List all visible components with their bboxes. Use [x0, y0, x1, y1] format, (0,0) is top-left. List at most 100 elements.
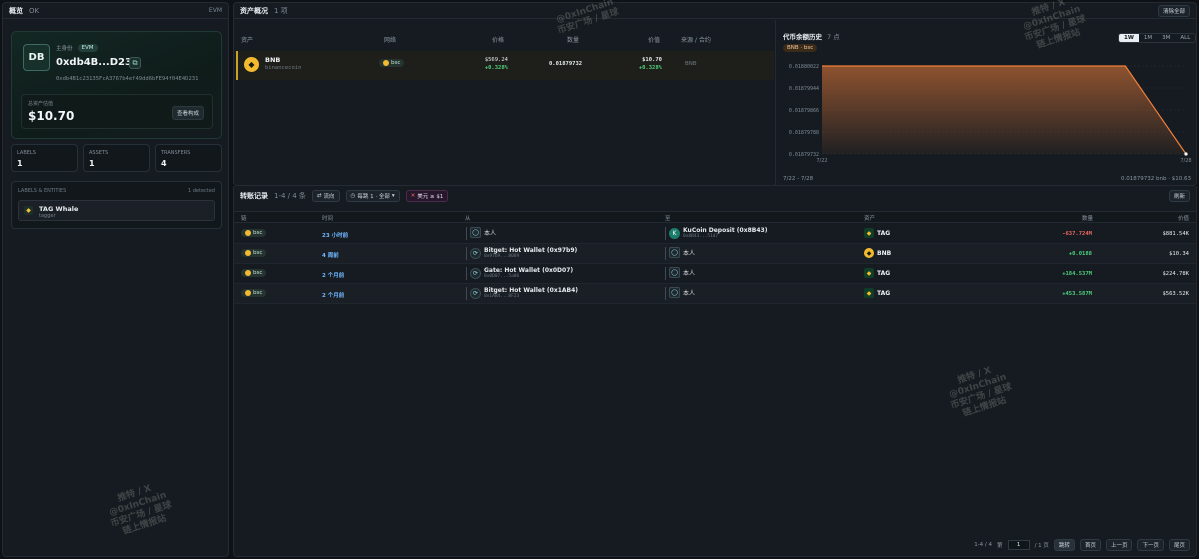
asset-value-change: +0.328% — [638, 65, 662, 71]
to-entity[interactable]: ◯ 本人 — [669, 267, 695, 278]
column-header: 价格 — [492, 37, 505, 44]
page-input[interactable]: 1 — [1007, 540, 1030, 550]
stat-value: 1 — [89, 159, 95, 168]
chain-badge: EVM — [77, 44, 98, 52]
timeframe-3m[interactable]: 3M — [1157, 34, 1176, 42]
user-icon: ◯ — [669, 247, 680, 258]
transfer-time[interactable]: 23 小时前 — [322, 231, 348, 239]
bsc-chain-icon — [383, 60, 389, 66]
view-portfolio-button[interactable]: 查看构成 — [171, 106, 204, 120]
exchange-icon: ⟳ — [470, 247, 481, 259]
to-entity[interactable]: ◯ 本人 — [669, 247, 695, 258]
assets-panel: 资产概况 1 项 清除全部 资产 网络 价格 数量 价值 来源 / 合约 ◆ B… — [233, 2, 1197, 186]
transfers-title: 转账记录 — [240, 192, 268, 200]
timeframe-1w[interactable]: 1W — [1119, 34, 1139, 42]
chart-token-pill: BNB · bsc — [783, 44, 818, 52]
tag-token-icon: ◆ — [864, 228, 874, 238]
asset-symbol: TAG — [877, 269, 891, 277]
balance-label: 总资产估值 — [28, 101, 54, 107]
next-page-button[interactable]: 下一页 — [1137, 539, 1164, 551]
to-entity[interactable]: ◯ 本人 — [669, 287, 695, 298]
flow-label: 流向 — [323, 194, 335, 200]
transfer-time[interactable]: 4 周前 — [322, 251, 339, 259]
hop-filter-dropdown[interactable]: ◷ 每跳 1 · 全部 ▾ — [345, 190, 400, 202]
bnb-token-icon: ◆ — [244, 57, 259, 72]
transfer-value: $563.52K — [1162, 291, 1190, 297]
clock-icon: ◷ — [350, 193, 356, 199]
divider — [466, 227, 467, 240]
to-name: 本人 — [683, 250, 696, 257]
table-row[interactable]: bsc 2 个月前 ⟳ Gate: Hot Wallet (0x0D07) 0x0D07… — [234, 264, 1196, 284]
overview-title: 概览 — [9, 6, 23, 15]
balance-box: 总资产估值 $10.70 查看构成 — [21, 94, 213, 129]
y-tick-label: 0.01879732 — [789, 152, 819, 158]
pagination: 1-4 / 4 第 1 / 1 页 跳转 首页 上一页 下一页 尾页 — [974, 539, 1190, 551]
divider — [466, 267, 467, 280]
y-tick-label: 0.01879944 — [789, 86, 819, 92]
clear-all-button[interactable]: 清除全部 — [1157, 4, 1190, 17]
exchange-icon: ⟳ — [470, 267, 481, 279]
jump-button[interactable]: 跳转 — [1053, 539, 1075, 551]
chart-footer: 7/22 - 7/28 0.01879732 bnb · $10.63 — [783, 176, 1191, 182]
chart-range: 7/22 - 7/28 — [783, 176, 814, 182]
overview-chain: EVM — [208, 7, 222, 14]
labels-entities-box: LABELS & ENTITIES 1 detected ◆ TAG Whale… — [11, 181, 222, 229]
transfer-time[interactable]: 2 个月前 — [322, 271, 344, 279]
from-entity[interactable]: ◯ 本人 — [470, 227, 496, 238]
table-row[interactable]: bsc 23 小时前 ◯ 本人 K KuCoin Deposit (0x8B43) 0x8B… — [234, 224, 1196, 244]
transfer-value: $881.54K — [1162, 231, 1190, 237]
page-range: 1-4 / 4 — [974, 542, 993, 548]
chart-current: 0.01879732 bnb · $10.63 — [1121, 176, 1191, 182]
exchange-icon: ⟳ — [470, 287, 481, 299]
first-page-button[interactable]: 首页 — [1079, 539, 1101, 551]
from-entity[interactable]: ⟳ Bitget: Hot Wallet (0x1AB4) 0x1AB4...8F2… — [470, 287, 578, 299]
chart-count: 7 点 — [827, 33, 840, 41]
copy-icon: ⧉ — [132, 58, 138, 67]
table-row[interactable]: bsc 2 个月前 ⟳ Bitget: Hot Wallet (0x1AB4) 0x1A… — [234, 284, 1196, 304]
from-name: 本人 — [484, 230, 497, 237]
last-page-button[interactable]: 尾页 — [1168, 539, 1190, 551]
overview-status: OK — [29, 6, 40, 15]
transfer-asset: ◆ BNB — [864, 248, 891, 258]
timeframe-all[interactable]: ALL — [1175, 34, 1196, 42]
prev-page-button[interactable]: 上一页 — [1105, 539, 1133, 551]
y-tick-label: 0.01879866 — [789, 108, 819, 114]
page-total: / 1 页 — [1034, 543, 1049, 549]
column-header: 时间 — [322, 216, 334, 222]
min-value-filter[interactable]: ✕ 美元 ≥ $1 — [405, 190, 449, 202]
to-entity[interactable]: K KuCoin Deposit (0x8B43) 0x8B43...51d7 — [669, 227, 767, 239]
chain-pill: bsc — [241, 249, 267, 257]
copy-address-button[interactable]: ⧉ — [129, 57, 141, 69]
column-header: 数量 — [1082, 216, 1094, 222]
timeframe-1m[interactable]: 1M — [1138, 34, 1158, 42]
to-address: 0x8B43...51d7 — [683, 234, 719, 239]
asset-quantity: 0.01879732 — [549, 61, 583, 67]
assets-count: 1 项 — [274, 6, 288, 15]
chain-label: bsc — [253, 230, 263, 236]
full-address: 0xdb4B1c23135FcA3767b4ef49dd6bFE94f04E4D… — [56, 76, 199, 82]
transfer-asset: ◆ TAG — [864, 268, 890, 278]
network-label: bsc — [391, 60, 401, 66]
asset-symbol: TAG — [877, 229, 891, 237]
stat-value: 1 — [17, 159, 23, 168]
table-row[interactable]: bsc 4 周前 ⟳ Bitget: Hot Wallet (0x97b9) 0x97b… — [234, 244, 1196, 264]
column-header: 链 — [241, 216, 247, 222]
overview-panel: 概览 OK EVM DB 主身份 EVM 0xdb4B...D231 ⧉ 0xd… — [2, 2, 229, 557]
goto-label: 第 — [997, 543, 1003, 549]
from-entity[interactable]: ⟳ Bitget: Hot Wallet (0x97b9) 0x97b9...808… — [470, 247, 577, 259]
hop-filter-label: 每跳 1 · 全部 — [357, 194, 390, 200]
from-entity[interactable]: ⟳ Gate: Hot Wallet (0x0D07) 0x0D07...5a06 — [470, 267, 573, 279]
asset-row[interactable]: ◆ BNB binancecoin bsc $569.24 +0.328% 0.… — [236, 51, 774, 80]
transfer-time[interactable]: 2 个月前 — [322, 291, 344, 299]
series-area — [822, 66, 1186, 154]
column-header: 资产 — [864, 216, 876, 222]
transfer-value: $224.78K — [1162, 271, 1190, 277]
x-tick-label: 7/28 — [1180, 158, 1191, 164]
flow-button[interactable]: ⇄ 流向 — [311, 190, 340, 202]
entity-item[interactable]: ◆ TAG Whale tagger — [18, 200, 215, 221]
column-header: 资产 — [241, 37, 254, 44]
refresh-button[interactable]: 刷新 — [1168, 190, 1190, 202]
bsc-chain-icon — [245, 250, 251, 256]
overview-header: 概览 OK EVM — [3, 3, 228, 19]
last-point — [1184, 152, 1188, 156]
